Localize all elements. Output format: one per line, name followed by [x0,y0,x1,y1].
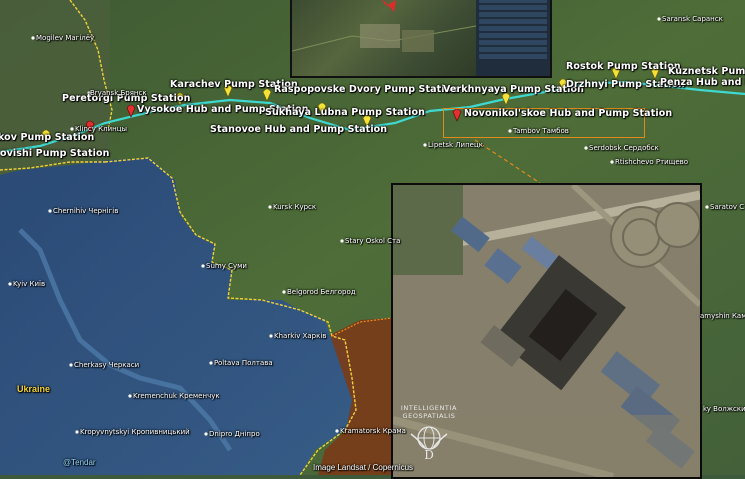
station-label: Sukhaya Lubna Pump Station [265,107,426,118]
svg-text:D: D [424,448,434,460]
station-label: Raspopovske Dvory Pump Station [274,84,459,95]
city-label: Belgorod Белгород [287,288,356,296]
city-label: Kursk Курск [273,203,317,211]
city-label: Serdobsk Сердобск [589,144,659,152]
city-label: Tambov Тамбов [513,127,569,135]
station-label: Novonikol'skoe Hub and Pump Station [464,108,673,119]
station-label: Kuznetsk Pump S [668,66,745,77]
city-label: Lipetsk Липецк [428,141,483,149]
city-label: Dnipro Дніпро [209,430,260,438]
city-label: amyshin Камыш [700,312,745,320]
city-label: Saransk Саранск [662,15,723,23]
city-label: Kremenchuk Кременчук [133,392,220,400]
city-label: Cherkasy Черкаси [74,361,140,369]
inset-top-photo [292,0,477,76]
city-label: Kharkiv Харків [274,332,327,340]
city-label: ky Волжский [703,405,745,413]
inset-screenshot-top [290,0,552,78]
city-label: Saratov С [710,203,745,211]
logo-line2: GEOSPATIALIS [402,412,456,420]
inset-top-fields [292,0,477,52]
station-label: Verkhnyaya Pump Station [443,84,584,95]
city-label: Rtishchevo Ртищево [615,158,689,166]
inset-top-layers-panel [476,0,550,76]
city-label: Klincy Клинцы [75,125,127,133]
city-label: Sumy Суми [206,262,247,270]
station-label: Rostok Pump Station [566,61,681,72]
city-label: Stary Oskol Ста [345,237,401,245]
country-label: Ukraine [17,384,51,394]
station-label: Stanovoe Hub and Pump Station [210,124,388,135]
city-label: Bryansk Брянск [90,89,147,97]
globe-logo-icon: D [410,426,448,462]
logo-line1: INTELLIGENTIA [400,404,458,412]
station-label: kov Pump Station [0,132,95,143]
city-label: Chernihiv Чернігів [53,207,119,215]
city-label: Poltava Полтава [214,359,273,367]
station-label: ovishi Pump Station [0,148,110,159]
author-handle: @Tendar [63,458,96,467]
imagery-credit: Image Landsat / Copernicus [313,463,414,472]
city-label: Kramatorsk Крама [340,427,406,435]
city-label: Kropyvnytskyi Кропивницький [80,428,190,436]
city-label: Mogilev Магілёў [36,34,95,42]
city-label: Kyiv Київ [13,280,46,288]
station-label: Penza Hub and Pu [660,77,745,88]
